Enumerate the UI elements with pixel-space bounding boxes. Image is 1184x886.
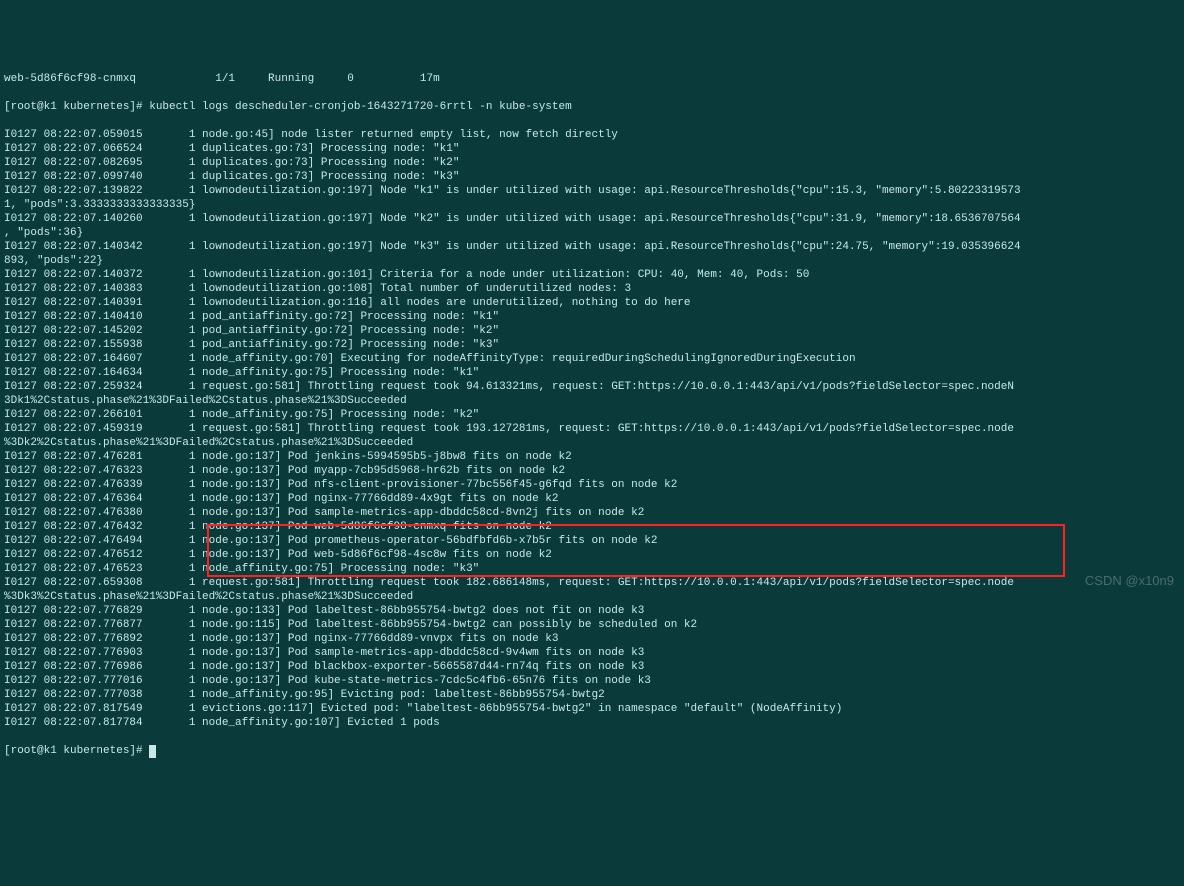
command-line: [root@k1 kubernetes]# kubectl logs desch… xyxy=(4,100,1180,114)
log-line: I0127 08:22:07.776829 1 node.go:133] Pod… xyxy=(4,604,1180,618)
log-line: I0127 08:22:07.140391 1 lownodeutilizati… xyxy=(4,296,1180,310)
log-line: 893, "pods":22} xyxy=(4,254,1180,268)
log-line: I0127 08:22:07.476323 1 node.go:137] Pod… xyxy=(4,464,1180,478)
log-line: 1, "pods":3.3333333333333335} xyxy=(4,198,1180,212)
log-line: I0127 08:22:07.476512 1 node.go:137] Pod… xyxy=(4,548,1180,562)
command-text: kubectl logs descheduler-cronjob-1643271… xyxy=(149,101,571,113)
log-line: I0127 08:22:07.140342 1 lownodeutilizati… xyxy=(4,240,1180,254)
watermark-text: CSDN @x10n9 xyxy=(1085,574,1174,588)
log-line: I0127 08:22:07.776877 1 node.go:115] Pod… xyxy=(4,618,1180,632)
log-line: I0127 08:22:07.476523 1 node_affinity.go… xyxy=(4,562,1180,576)
log-line: , "pods":36} xyxy=(4,226,1180,240)
log-line: I0127 08:22:07.476339 1 node.go:137] Pod… xyxy=(4,478,1180,492)
log-line: I0127 08:22:07.777038 1 node_affinity.go… xyxy=(4,688,1180,702)
log-line: 3Dk1%2Cstatus.phase%21%3DFailed%2Cstatus… xyxy=(4,394,1180,408)
log-line: %3Dk2%2Cstatus.phase%21%3DFailed%2Cstatu… xyxy=(4,436,1180,450)
log-line: I0127 08:22:07.140372 1 lownodeutilizati… xyxy=(4,268,1180,282)
log-line: I0127 08:22:07.476281 1 node.go:137] Pod… xyxy=(4,450,1180,464)
log-line: I0127 08:22:07.082695 1 duplicates.go:73… xyxy=(4,156,1180,170)
log-line: I0127 08:22:07.777016 1 node.go:137] Pod… xyxy=(4,674,1180,688)
log-line: I0127 08:22:07.459319 1 request.go:581] … xyxy=(4,422,1180,436)
log-line: I0127 08:22:07.817549 1 evictions.go:117… xyxy=(4,702,1180,716)
log-line: I0127 08:22:07.659308 1 request.go:581] … xyxy=(4,576,1180,590)
log-line: I0127 08:22:07.059015 1 node.go:45] node… xyxy=(4,128,1180,142)
log-line: I0127 08:22:07.145202 1 pod_antiaffinity… xyxy=(4,324,1180,338)
log-line: I0127 08:22:07.140260 1 lownodeutilizati… xyxy=(4,212,1180,226)
top-line: web-5d86f6cf98-cnmxq 1/1 Running 0 17m xyxy=(4,72,1180,86)
log-line: I0127 08:22:07.259324 1 request.go:581] … xyxy=(4,380,1180,394)
log-output: I0127 08:22:07.059015 1 node.go:45] node… xyxy=(4,128,1180,730)
end-prompt-line[interactable]: [root@k1 kubernetes]# xyxy=(4,744,1180,758)
log-line: I0127 08:22:07.476380 1 node.go:137] Pod… xyxy=(4,506,1180,520)
terminal-output[interactable]: web-5d86f6cf98-cnmxq 1/1 Running 0 17m [… xyxy=(0,56,1184,774)
log-line: I0127 08:22:07.164607 1 node_affinity.go… xyxy=(4,352,1180,366)
log-line: I0127 08:22:07.776986 1 node.go:137] Pod… xyxy=(4,660,1180,674)
log-line: I0127 08:22:07.476364 1 node.go:137] Pod… xyxy=(4,492,1180,506)
log-line: I0127 08:22:07.139822 1 lownodeutilizati… xyxy=(4,184,1180,198)
log-line: I0127 08:22:07.476432 1 node.go:137] Pod… xyxy=(4,520,1180,534)
log-line: I0127 08:22:07.155938 1 pod_antiaffinity… xyxy=(4,338,1180,352)
log-line: I0127 08:22:07.776892 1 node.go:137] Pod… xyxy=(4,632,1180,646)
log-line: I0127 08:22:07.099740 1 duplicates.go:73… xyxy=(4,170,1180,184)
shell-prompt: [root@k1 kubernetes]# xyxy=(4,101,149,113)
log-line: I0127 08:22:07.140410 1 pod_antiaffinity… xyxy=(4,310,1180,324)
log-line: I0127 08:22:07.817784 1 node_affinity.go… xyxy=(4,716,1180,730)
shell-prompt-end: [root@k1 kubernetes]# xyxy=(4,745,149,757)
log-line: I0127 08:22:07.164634 1 node_affinity.go… xyxy=(4,366,1180,380)
log-line: I0127 08:22:07.066524 1 duplicates.go:73… xyxy=(4,142,1180,156)
cursor xyxy=(149,745,156,758)
log-line: %3Dk3%2Cstatus.phase%21%3DFailed%2Cstatu… xyxy=(4,590,1180,604)
log-line: I0127 08:22:07.776903 1 node.go:137] Pod… xyxy=(4,646,1180,660)
log-line: I0127 08:22:07.266101 1 node_affinity.go… xyxy=(4,408,1180,422)
log-line: I0127 08:22:07.140383 1 lownodeutilizati… xyxy=(4,282,1180,296)
log-line: I0127 08:22:07.476494 1 node.go:137] Pod… xyxy=(4,534,1180,548)
